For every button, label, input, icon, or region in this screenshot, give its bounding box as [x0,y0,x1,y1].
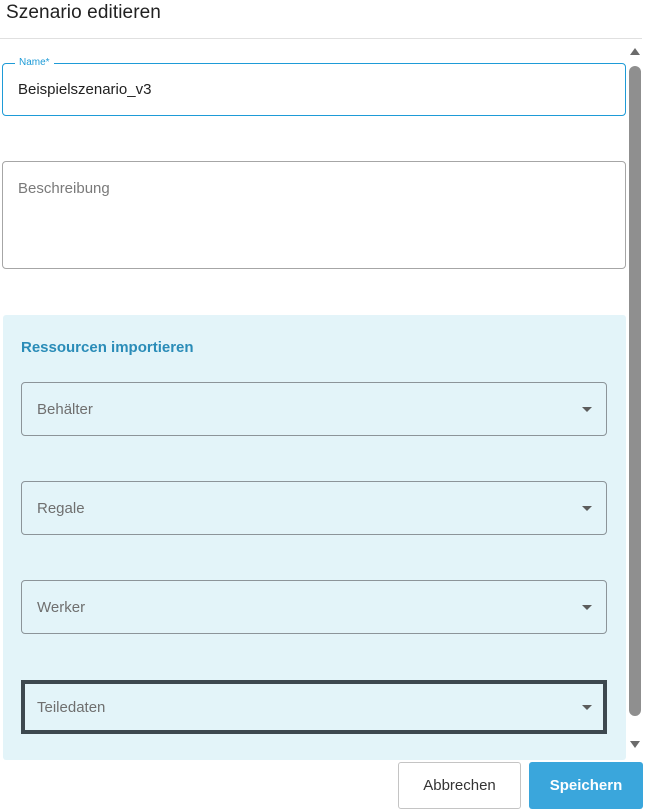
cancel-button[interactable]: Abbrechen [398,762,521,809]
arrow-down-icon[interactable] [630,741,640,748]
chevron-down-icon [582,407,592,412]
part-data-select-label: Teiledaten [37,699,106,716]
containers-select-label: Behälter [37,401,93,418]
import-resources-heading: Ressourcen importieren [21,339,194,356]
edit-scenario-dialog: Szenario editieren Name* Ressourcen impo… [0,0,646,810]
save-button[interactable]: Speichern [529,762,643,809]
import-resources-panel: Ressourcen importieren Behälter Regale W… [3,315,626,760]
title-divider [0,38,642,39]
scrollbar[interactable] [628,44,642,754]
workers-select-label: Werker [37,599,86,616]
name-field[interactable]: Name* [2,57,626,116]
workers-select[interactable]: Werker [21,580,607,634]
containers-select[interactable]: Behälter [21,382,607,436]
arrow-up-icon[interactable] [630,48,640,55]
shelves-select-label: Regale [37,500,85,517]
name-field-label: Name* [15,57,54,69]
chevron-down-icon [582,605,592,610]
dialog-title: Szenario editieren [6,2,161,23]
chevron-down-icon [582,705,592,710]
name-input[interactable] [18,81,598,98]
description-input[interactable] [18,180,608,250]
shelves-select[interactable]: Regale [21,481,607,535]
description-field[interactable] [2,161,626,269]
chevron-down-icon [582,506,592,511]
part-data-select[interactable]: Teiledaten [21,680,607,734]
scrollbar-thumb[interactable] [629,66,641,716]
